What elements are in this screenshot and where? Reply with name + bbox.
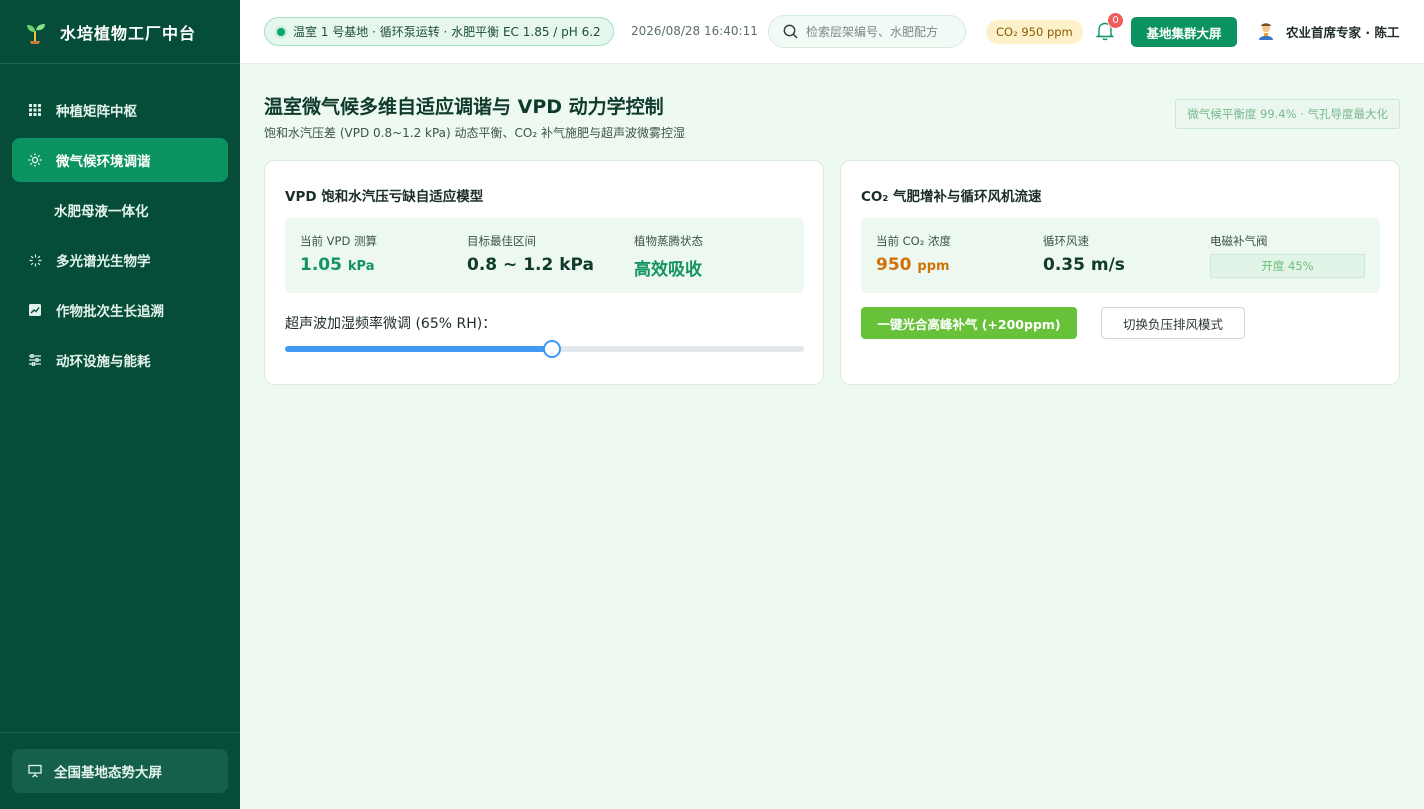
sprout-logo-icon: [27, 23, 45, 44]
metric-unit: kPa: [347, 259, 375, 274]
sidebar-nav: 种植矩阵中枢 微气候环境调谐 水肥母液一体化 多光谱光生物学 作物批次生长追溯: [0, 64, 240, 382]
chart-icon: [28, 303, 42, 317]
national-dashboard-label: 全国基地态势大屏: [54, 765, 162, 781]
brand-title: 水培植物工厂中台: [60, 23, 197, 43]
fan-speed-metric: 循环风速 0.35 m/s: [1043, 233, 1125, 275]
user-name: 农业首席专家 · 陈工: [1286, 24, 1400, 40]
search-input[interactable]: [806, 24, 956, 39]
metric-label: 循环风速: [1043, 234, 1089, 248]
sidebar-item-label: 种植矩阵中枢: [56, 104, 137, 120]
slider-thumb[interactable]: [542, 340, 561, 358]
co2-fan-card: CO₂ 气肥增补与循环风机流速 当前 CO₂ 浓度 950 ppm 循环风速 0…: [840, 160, 1400, 385]
sidebar-item-label: 作物批次生长追溯: [56, 304, 164, 320]
metric-unit: ppm: [917, 259, 950, 274]
humidifier-frequency-slider[interactable]: [285, 340, 804, 358]
co2-current-value: 950 ppm: [876, 255, 951, 275]
grid-icon: [28, 103, 42, 117]
brand: 水培植物工厂中台: [0, 0, 240, 64]
presentation-icon: [28, 764, 42, 778]
spark-icon: [28, 253, 42, 267]
sidebar-item-label: 动环设施与能耗: [56, 354, 151, 370]
farmer-avatar-icon: [1259, 23, 1273, 40]
base-status-text: 温室 1 号基地 · 循环泵运转 · 水肥平衡 EC 1.85 / pH 6.2: [293, 25, 601, 39]
transpiration-value: 高效吸收: [634, 260, 702, 280]
sidebar-item-facilities-energy[interactable]: 动环设施与能耗: [12, 338, 228, 382]
sidebar-item-label: 多光谱光生物学: [56, 254, 151, 270]
vpd-target-metric: 目标最佳区间 0.8 ~ 1.2 kPa: [467, 233, 594, 275]
photosynthesis-boost-button[interactable]: 一键光合高峰补气 (+200ppm): [861, 307, 1077, 339]
datetime: 2026/08/28 16:40:11: [631, 24, 758, 38]
humidifier-slider-label: 超声波加湿频率微调 (65% RH)：: [285, 316, 497, 332]
fan-speed-value: 0.35 m/s: [1043, 255, 1125, 275]
vpd-model-card: VPD 饱和水汽压亏缺自适应模型 当前 VPD 测算 1.05 kPa 目标最佳…: [264, 160, 824, 385]
sidebar-item-fertigation[interactable]: 水肥母液一体化: [12, 188, 228, 232]
cluster-big-screen-button[interactable]: 基地集群大屏: [1131, 17, 1237, 47]
vpd-current-value: 1.05 kPa: [300, 255, 377, 275]
search-icon: [783, 24, 798, 39]
metric-number: 950: [876, 255, 912, 275]
valve-opening-badge: 开度 45%: [1210, 254, 1365, 278]
co2-current-metric: 当前 CO₂ 浓度 950 ppm: [876, 233, 951, 275]
page-subtitle: 饱和水汽压差 (VPD 0.8~1.2 kPa) 动态平衡、CO₂ 补气施肥与超…: [264, 126, 685, 140]
vpd-target-value: 0.8 ~ 1.2 kPa: [467, 255, 595, 275]
search-box[interactable]: [768, 15, 966, 48]
notification-count-badge: 0: [1107, 12, 1124, 29]
sidebar: 水培植物工厂中台 种植矩阵中枢 微气候环境调谐 水肥母液一体化 多光谱光生物学: [0, 0, 240, 809]
metric-label: 电磁补气阀: [1210, 234, 1268, 248]
co2-metrics-panel: 当前 CO₂ 浓度 950 ppm 循环风速 0.35 m/s 电磁补气阀 开度…: [861, 218, 1380, 293]
base-status-pill: 温室 1 号基地 · 循环泵运转 · 水肥平衡 EC 1.85 / pH 6.2: [264, 17, 614, 46]
metric-label: 植物蒸腾状态: [634, 234, 703, 248]
sidebar-item-label: 微气候环境调谐: [56, 154, 151, 170]
metric-label: 当前 CO₂ 浓度: [876, 234, 952, 248]
solenoid-valve-metric: 电磁补气阀 开度 45%: [1210, 233, 1365, 278]
sidebar-item-label: 水肥母液一体化: [54, 204, 149, 220]
sidebar-footer: 全国基地态势大屏: [0, 732, 240, 809]
vpd-metrics-panel: 当前 VPD 测算 1.05 kPa 目标最佳区间 0.8 ~ 1.2 kPa …: [285, 218, 804, 293]
negative-pressure-mode-button[interactable]: 切换负压排风模式: [1101, 307, 1245, 339]
metric-label: 目标最佳区间: [467, 234, 536, 248]
metric-label: 当前 VPD 测算: [300, 234, 377, 248]
user-menu[interactable]: 农业首席专家 · 陈工: [1256, 21, 1399, 41]
co2-card-title: CO₂ 气肥增补与循环风机流速: [861, 189, 1042, 205]
sidebar-item-planting-matrix[interactable]: 种植矩阵中枢: [12, 88, 228, 132]
co2-badge: CO₂ 950 ppm: [986, 20, 1083, 44]
vpd-card-title: VPD 饱和水汽压亏缺自适应模型: [285, 189, 484, 205]
sliders-icon: [28, 353, 42, 367]
sidebar-item-spectrum[interactable]: 多光谱光生物学: [12, 238, 228, 282]
top-header: 温室 1 号基地 · 循环泵运转 · 水肥平衡 EC 1.85 / pH 6.2…: [240, 0, 1424, 64]
sidebar-item-microclimate[interactable]: 微气候环境调谐: [12, 138, 228, 182]
metric-number: 1.05: [300, 255, 342, 275]
balance-status-tag: 微气候平衡度 99.4% · 气孔导度最大化: [1175, 99, 1400, 129]
transpiration-metric: 植物蒸腾状态 高效吸收: [634, 233, 703, 280]
status-dot-icon: [277, 27, 285, 36]
page-title: 温室微气候多维自适应调谐与 VPD 动力学控制: [264, 96, 664, 118]
slider-fill: [285, 346, 552, 352]
vpd-current-metric: 当前 VPD 测算 1.05 kPa: [300, 233, 377, 275]
national-dashboard-button[interactable]: 全国基地态势大屏: [12, 749, 228, 793]
sidebar-item-growth-trace[interactable]: 作物批次生长追溯: [12, 288, 228, 332]
sun-icon: [28, 153, 42, 167]
